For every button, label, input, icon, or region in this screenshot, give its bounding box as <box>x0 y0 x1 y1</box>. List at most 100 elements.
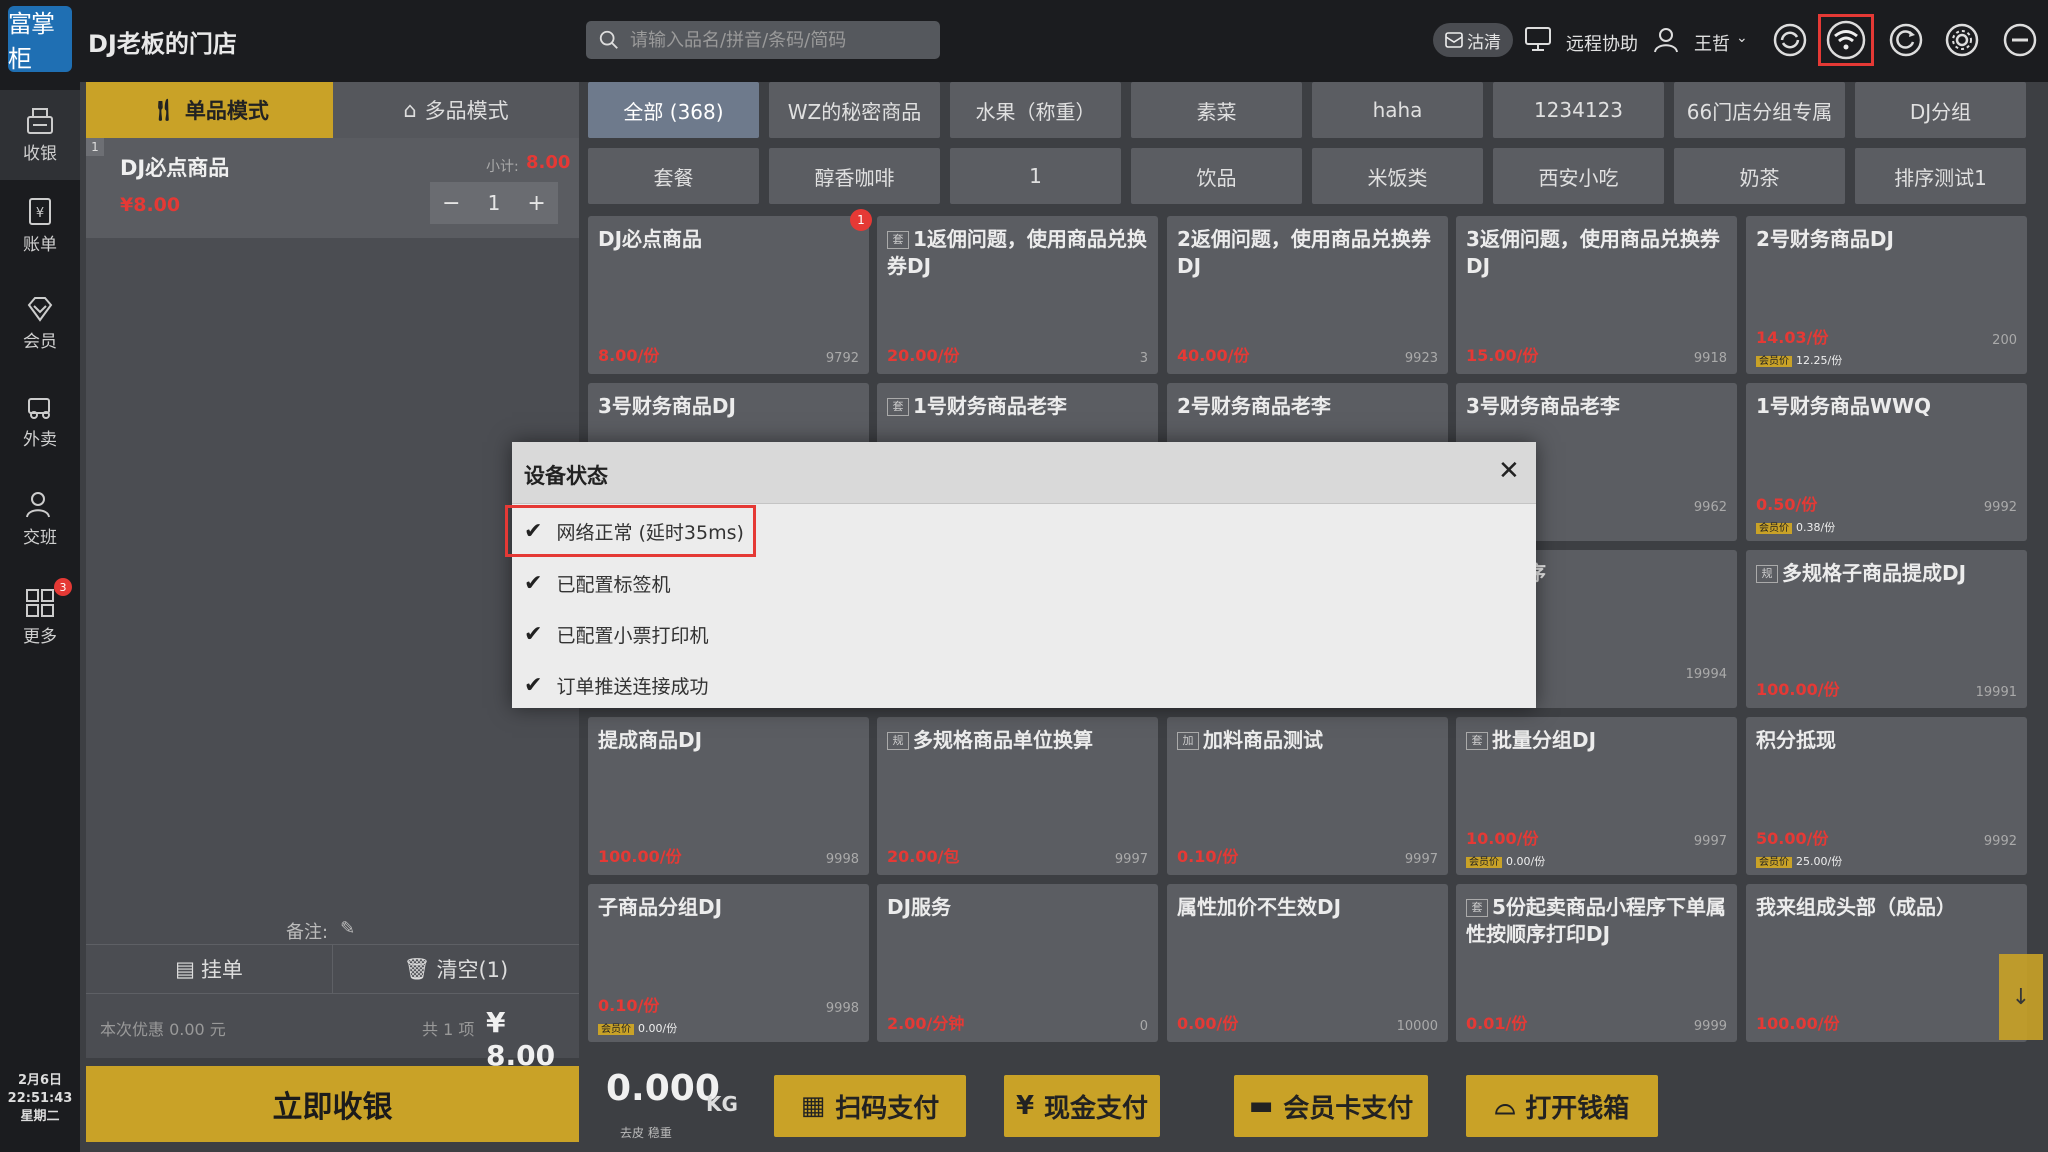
product-card[interactable]: 1号财务商品WWQ 0.50/份 9992 会员价 0.38/份 <box>1746 383 2027 541</box>
product-stock: 9923 <box>1404 351 1438 366</box>
category-tab[interactable]: 全部 (368) <box>588 82 759 138</box>
product-price: 2.00/分钟 <box>887 1014 965 1033</box>
product-card[interactable]: 2号财务商品DJ 14.03/份 200 会员价 12.25/份 <box>1746 216 2027 374</box>
product-type-tag: 套 <box>887 398 909 416</box>
product-card[interactable]: 我来组成头部（成品） 100.00/份 <box>1746 884 2027 1042</box>
product-card[interactable]: 加加料商品测试 0.10/份 9997 <box>1167 717 1448 875</box>
clear-order-button[interactable]: 🗑︎ 清空(1) <box>333 945 579 993</box>
product-card[interactable]: 套批量分组DJ 10.00/份 9997 会员价 0.00/份 <box>1456 717 1737 875</box>
cash-pay-button[interactable]: ¥ 现金支付 <box>1004 1075 1160 1137</box>
category-tab[interactable]: 米饭类 <box>1312 148 1483 204</box>
product-price: 50.00/份 <box>1756 829 1829 848</box>
product-name: 套批量分组DJ <box>1466 727 1727 754</box>
member-price-value: 0.00/份 <box>1506 855 1546 868</box>
quantity-stepper[interactable]: − 1 + <box>430 182 558 224</box>
product-name: 3返佣问题，使用商品兑换券DJ <box>1466 226 1727 280</box>
category-tab[interactable]: 套餐 <box>588 148 759 204</box>
category-tab[interactable]: 奶茶 <box>1674 148 1845 204</box>
checkout-button[interactable]: 立即收银 <box>86 1066 579 1142</box>
category-tab[interactable]: WZ的秘密商品 <box>769 82 940 138</box>
sidebar-item-member[interactable]: 会员 <box>0 278 80 368</box>
close-icon[interactable]: ✕ <box>1498 458 1520 484</box>
product-card[interactable]: 2返佣问题，使用商品兑换券DJ 40.00/份 9923 <box>1167 216 1448 374</box>
member-price: 会员价 12.25/份 <box>1756 352 1842 368</box>
minus-button[interactable]: − <box>432 191 470 216</box>
tab-single-mode[interactable]: 🍴︎ 单品模式 <box>86 82 333 138</box>
product-card[interactable]: 3返佣问题，使用商品兑换券DJ 15.00/份 9918 <box>1456 216 1737 374</box>
member-card-pay-button[interactable]: ▬ 会员卡支付 <box>1234 1075 1428 1137</box>
minimize-icon[interactable] <box>2000 20 2040 60</box>
category-tab[interactable]: 1 <box>950 148 1121 204</box>
category-tab[interactable]: haha <box>1312 82 1483 138</box>
sidebar-item-bill[interactable]: ¥ 账单 <box>0 180 80 270</box>
user-name: 王哲 <box>1694 34 1730 55</box>
refresh-icon[interactable] <box>1886 20 1926 60</box>
sync-icon[interactable] <box>1770 20 1810 60</box>
product-type-tag: 套 <box>1466 732 1488 750</box>
sold-out-label: 沽清 <box>1467 32 1501 53</box>
sidebar-item-cashier[interactable]: 收银 <box>0 90 80 180</box>
product-stock: 19994 <box>1685 667 1727 682</box>
product-name: 3号财务商品老李 <box>1466 393 1727 420</box>
category-tab[interactable]: 饮品 <box>1131 148 1302 204</box>
category-tab[interactable]: 66门店分组专属 <box>1674 82 1845 138</box>
product-card[interactable]: 规多规格子商品提成DJ 100.00/份 19991 <box>1746 550 2027 708</box>
scan-pay-button[interactable]: ▦ 扫码支付 <box>774 1075 966 1137</box>
product-card[interactable]: 提成商品DJ 100.00/份 9998 <box>588 717 869 875</box>
scale-weight: 0.000 <box>606 1068 720 1109</box>
user-menu[interactable]: 王哲 ⌄ <box>1694 30 1748 56</box>
yen-icon: ¥ <box>1015 1091 1035 1121</box>
category-tab[interactable]: 醇香咖啡 <box>769 148 940 204</box>
product-card[interactable]: DJ服务 2.00/分钟 0 <box>877 884 1158 1042</box>
app-logo: 富掌柜 <box>8 6 72 73</box>
product-price: 20.00/份 <box>887 346 960 365</box>
product-stock: 10000 <box>1396 1019 1438 1034</box>
product-card[interactable]: 套 5份起卖商品小程序下单属性按顺序打印DJ 0.01/份 9999 <box>1456 884 1737 1042</box>
order-total: ¥ 8.00 <box>486 1006 556 1072</box>
product-stock: 0 <box>1139 1019 1148 1034</box>
product-card[interactable]: 积分抵现 50.00/份 9992 会员价 25.00/份 <box>1746 717 2027 875</box>
clock-date: 2月6日 <box>17 1073 63 1088</box>
product-card[interactable]: 子商品分组DJ 0.10/份 9998 会员价 0.00/份 <box>588 884 869 1042</box>
tab-multi-mode[interactable]: ⌂ 多品模式 <box>333 82 579 138</box>
category-tab[interactable]: 排序测试1 <box>1855 148 2026 204</box>
product-name: 套 5份起卖商品小程序下单属性按顺序打印DJ <box>1466 894 1727 948</box>
search-box[interactable] <box>586 21 940 59</box>
card-icon: ▬ <box>1248 1091 1274 1121</box>
product-name-text: 2号财务商品DJ <box>1756 227 1894 251</box>
product-price: 14.03/份 <box>1756 328 1829 347</box>
sidebar-item-more[interactable]: 更多 3 <box>0 572 80 662</box>
monitor-icon[interactable] <box>1524 26 1552 56</box>
category-tab[interactable]: 西安小吃 <box>1493 148 1664 204</box>
gear-icon[interactable] <box>1942 20 1982 60</box>
sidebar-item-shift[interactable]: 交班 <box>0 474 80 564</box>
product-name: DJ必点商品 <box>598 226 859 253</box>
status-text: 订单推送连接成功 <box>556 675 709 698</box>
sold-out-button[interactable]: 沽清 <box>1433 23 1513 57</box>
plus-button[interactable]: + <box>518 191 556 216</box>
scroll-down-button[interactable]: ↓ <box>1999 954 2043 1040</box>
cashier-icon <box>27 107 53 134</box>
sidebar-item-delivery[interactable]: 外卖 <box>0 376 80 466</box>
product-card[interactable]: DJ必点商品 8.00/份 9792 <box>588 216 869 374</box>
search-input[interactable] <box>630 29 920 51</box>
order-actions: ▤ 挂单 🗑︎ 清空(1) <box>86 944 579 994</box>
wifi-icon[interactable] <box>1826 20 1866 60</box>
product-card[interactable]: 属性加价不生效DJ 0.00/份 10000 <box>1167 884 1448 1042</box>
category-tab[interactable]: 水果（称重） <box>950 82 1121 138</box>
product-name-text: 3号财务商品老李 <box>1466 394 1620 418</box>
more-icon <box>26 588 54 617</box>
remark[interactable]: 备注: ✎ <box>286 918 355 944</box>
category-tab[interactable]: 素菜 <box>1131 82 1302 138</box>
hold-order-label: 挂单 <box>200 958 243 982</box>
product-name-text: 1号财务商品老李 <box>913 394 1067 418</box>
product-card[interactable]: 套 1返佣问题，使用商品兑换券DJ 20.00/份 3 <box>877 216 1158 374</box>
category-tab[interactable]: 1234123 <box>1493 82 1664 138</box>
order-item[interactable]: 1 DJ必点商品 小计: 8.00 ¥8.00 − 1 + <box>86 138 579 238</box>
remote-help-link[interactable]: 远程协助 <box>1566 30 1638 56</box>
product-card[interactable]: 规多规格商品单位换算 20.00/包 9997 <box>877 717 1158 875</box>
edit-icon[interactable]: ✎ <box>340 918 355 944</box>
open-drawer-button[interactable]: ⌓ 打开钱箱 <box>1466 1075 1658 1137</box>
hold-order-button[interactable]: ▤ 挂单 <box>86 945 333 993</box>
category-tab[interactable]: DJ分组 <box>1855 82 2026 138</box>
